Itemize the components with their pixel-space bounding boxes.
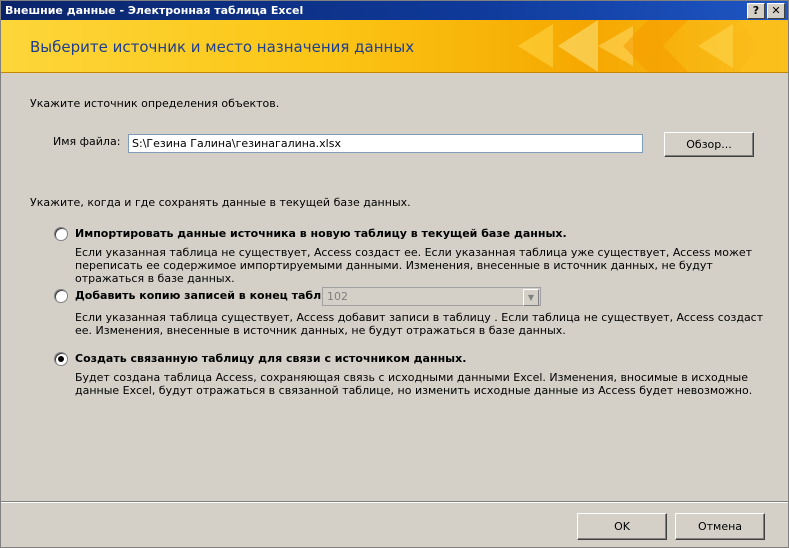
link-table-description: Будет создана таблица Access, сохраняюща… bbox=[75, 371, 753, 397]
close-button[interactable]: ✕ bbox=[767, 3, 785, 19]
window-title: Внешние данные - Электронная таблица Exc… bbox=[5, 4, 304, 17]
browse-button[interactable]: Обзор... bbox=[664, 132, 754, 157]
append-records-radio[interactable] bbox=[54, 289, 68, 303]
cancel-button[interactable]: Отмена bbox=[675, 513, 765, 540]
append-table-select[interactable]: 102 ▼ bbox=[322, 287, 541, 306]
link-table-radio[interactable] bbox=[54, 352, 68, 366]
chevron-down-icon[interactable]: ▼ bbox=[523, 289, 539, 306]
import-new-table-radio[interactable] bbox=[54, 227, 68, 241]
radio-selected-dot bbox=[58, 356, 64, 362]
source-prompt: Укажите источник определения объектов. bbox=[30, 97, 280, 110]
banner-decoration-icon bbox=[518, 20, 788, 72]
append-records-label[interactable]: Добавить копию записей в конец таблицы: bbox=[75, 289, 351, 302]
ok-button[interactable]: OK bbox=[577, 513, 667, 540]
append-records-description: Если указанная таблица существует, Acces… bbox=[75, 311, 764, 337]
help-button[interactable]: ? bbox=[747, 3, 765, 19]
import-new-table-description: Если указанная таблица не существует, Ac… bbox=[75, 246, 753, 285]
title-bar[interactable]: Внешние данные - Электронная таблица Exc… bbox=[1, 1, 788, 20]
destination-prompt: Укажите, когда и где сохранять данные в … bbox=[30, 196, 411, 209]
file-name-field[interactable]: S:\Гезина Галина\гезинагалина.xlsx bbox=[128, 134, 643, 153]
header-banner: Выберите источник и место назначения дан… bbox=[1, 20, 788, 73]
file-name-label: Имя файла: bbox=[53, 135, 121, 148]
banner-heading: Выберите источник и место назначения дан… bbox=[30, 38, 415, 56]
external-data-dialog: Внешние данные - Электронная таблица Exc… bbox=[0, 0, 789, 548]
import-new-table-label[interactable]: Импортировать данные источника в новую т… bbox=[75, 227, 567, 240]
link-table-label[interactable]: Создать связанную таблицу для связи с ис… bbox=[75, 352, 466, 365]
footer-divider bbox=[1, 501, 788, 503]
append-table-value: 102 bbox=[327, 290, 348, 303]
